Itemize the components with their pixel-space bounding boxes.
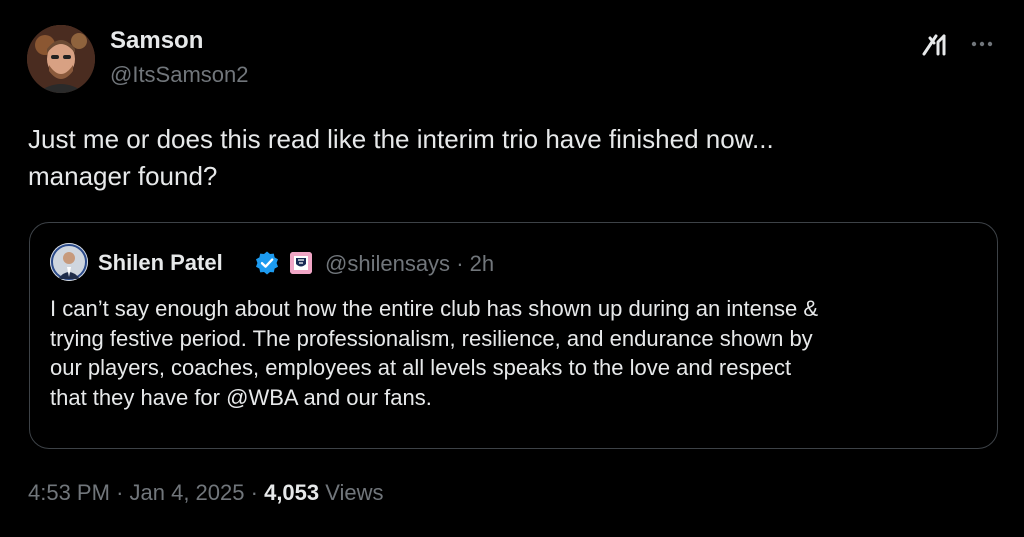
quote-author-avatar[interactable] — [50, 243, 88, 281]
profile-photo-icon — [50, 243, 88, 281]
meta-separator: · — [250, 480, 258, 505]
post-time[interactable]: 4:53 PM — [28, 480, 110, 505]
quote-time[interactable]: 2h — [470, 251, 494, 276]
profile-photo-icon — [27, 25, 95, 93]
author-name[interactable]: Samson — [110, 27, 203, 55]
author-handle[interactable]: @ItsSamson2 — [110, 62, 249, 88]
quote-author-name[interactable]: Shilen Patel — [98, 250, 223, 276]
quote-text: I can’t say enough about how the entire … — [50, 296, 819, 410]
grok-icon[interactable] — [920, 30, 952, 58]
quote-author-handle[interactable]: @shilensays · 2h — [325, 251, 494, 277]
views-count: 4,053 — [264, 480, 320, 505]
meta-separator: · — [116, 480, 124, 505]
verified-badge-icon — [254, 250, 280, 276]
tweet-metadata: 4:53 PM · Jan 4, 2025 · 4,053 Views — [28, 480, 384, 506]
tweet-card: Samson @ItsSamson2 Just me or does this … — [0, 0, 1024, 537]
post-date[interactable]: Jan 4, 2025 — [130, 480, 245, 505]
author-avatar[interactable] — [27, 25, 95, 93]
tweet-text: Just me or does this read like the inter… — [28, 124, 774, 191]
club-affiliate-badge-icon[interactable] — [290, 252, 312, 274]
quoted-tweet[interactable]: Shilen Patel @shilensays · 2h I can’t sa… — [29, 222, 998, 449]
more-options-icon[interactable] — [966, 30, 998, 58]
quote-handle-text: @shilensays — [325, 251, 451, 276]
views-label: Views — [325, 480, 384, 505]
quote-separator: · — [456, 251, 464, 276]
